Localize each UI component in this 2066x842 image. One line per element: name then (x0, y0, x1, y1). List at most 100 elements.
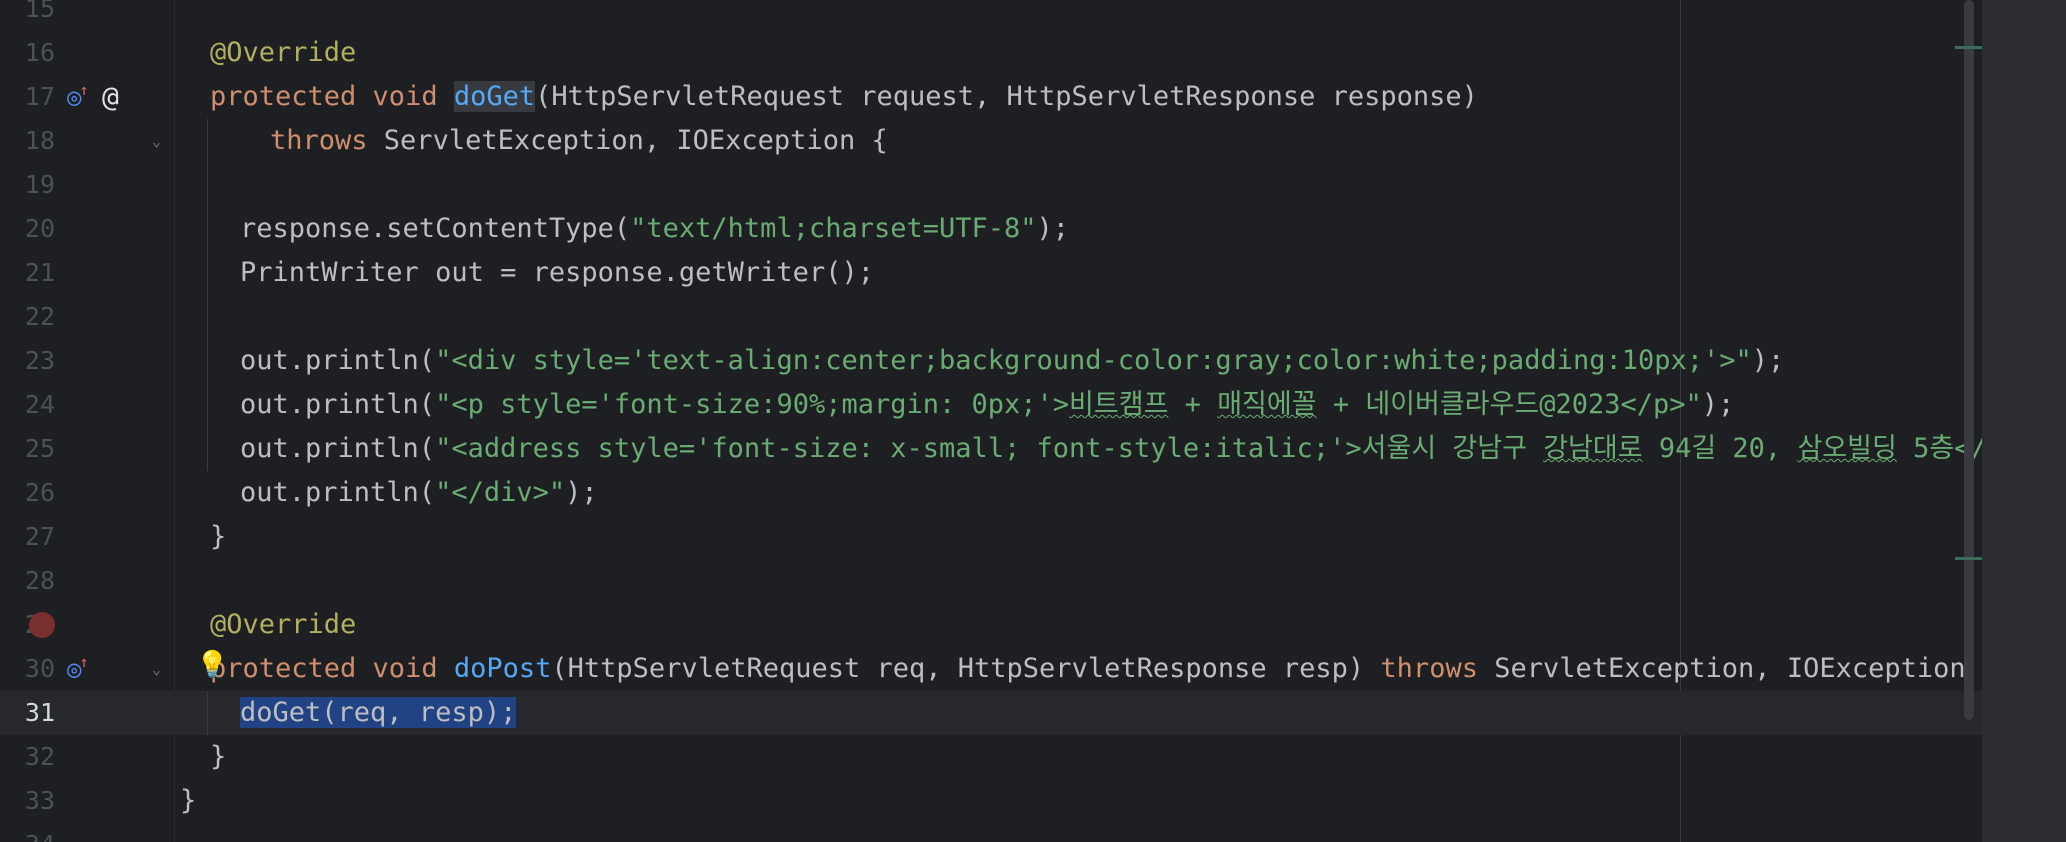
code-token: out.println( (240, 389, 436, 420)
code-line[interactable]: 21 PrintWriter out = response.getWriter()… (0, 251, 1982, 295)
line-number[interactable]: 16 (0, 31, 55, 75)
code-text[interactable]: out.println("<p style='font-size:90%;mar… (240, 383, 1734, 427)
code-token: "</div>" (435, 477, 566, 508)
change-marker[interactable] (1955, 46, 1982, 49)
line-number[interactable]: 17 (0, 75, 55, 119)
line-number[interactable]: 21 (0, 251, 55, 295)
code-line[interactable]: 30 protected void doPost(HttpServletReque… (0, 647, 1982, 691)
code-text[interactable]: doGet(req, resp); (240, 691, 517, 735)
code-line[interactable]: 18 throws ServletException, IOException { (0, 119, 1982, 163)
code-text[interactable]: @Override (210, 31, 356, 75)
vertical-scrollbar[interactable] (1964, 0, 1974, 720)
code-text[interactable]: out.println("<div style='text-align:cent… (240, 339, 1784, 383)
line-number[interactable]: 28 (0, 559, 55, 603)
code-token: ); (1036, 213, 1070, 244)
indent-guide (207, 119, 208, 471)
code-line[interactable]: 26 out.println("</div>"); (0, 471, 1982, 515)
code-line[interactable]: 15 (0, 0, 1982, 31)
line-number[interactable]: 31 (0, 691, 55, 735)
code-token: protected void (210, 81, 454, 112)
code-line[interactable]: 33} (0, 779, 1982, 823)
code-token: (HttpServletRequest request, HttpServlet… (535, 81, 1478, 112)
code-text[interactable]: protected void doPost(HttpServletRequest… (210, 647, 1982, 691)
override-up-arrow-icon[interactable]: ◎↑ (67, 75, 90, 122)
code-token: out.println( (240, 345, 436, 376)
code-text[interactable]: out.println("<address style='font-size: … (240, 427, 1982, 471)
line-number[interactable]: 30 (0, 647, 55, 691)
line-number[interactable]: 24 (0, 383, 55, 427)
line-number[interactable]: 32 (0, 735, 55, 779)
code-text[interactable]: } (210, 735, 226, 779)
code-token: 삼오빌딩 (1797, 433, 1897, 464)
indent-guide (207, 691, 208, 735)
code-line[interactable]: 19 (0, 163, 1982, 207)
override-up-arrow-icon[interactable]: ◎↑ (67, 647, 90, 694)
code-token: } (210, 521, 227, 552)
code-token: 비트캠프 (1069, 389, 1169, 420)
code-text[interactable]: @Override (210, 603, 356, 647)
code-token: "<div style='text-align:center;backgroun… (435, 345, 1752, 376)
code-token: protected void (210, 653, 454, 684)
line-number[interactable]: 18 (0, 119, 55, 163)
code-line[interactable]: 34 (0, 823, 1982, 842)
code-token: "text/html;charset=UTF-8" (630, 213, 1037, 244)
code-line[interactable]: 28 (0, 559, 1982, 603)
code-editor[interactable]: 15 16 @Override 17 protected void doGet(Http… (0, 0, 1982, 842)
line-number[interactable]: 26 (0, 471, 55, 515)
chevron-down-icon[interactable]: ⌄ (152, 647, 161, 691)
code-token: out.println( (240, 477, 436, 508)
code-token: doPost (453, 653, 552, 684)
code-line[interactable]: 27} (0, 515, 1982, 559)
breakpoint-icon[interactable] (29, 612, 55, 638)
code-line[interactable]: 22 (0, 295, 1982, 339)
code-token: ); (1701, 389, 1735, 420)
code-token: (HttpServletRequest req, HttpServletResp… (551, 653, 1381, 684)
code-line[interactable]: 24 out.println("<p style='font-size:90%;m… (0, 383, 1982, 427)
line-number[interactable]: 33 (0, 779, 55, 823)
code-line[interactable]: 31 doGet(req, resp); (0, 691, 1982, 735)
code-token: + (1168, 389, 1218, 420)
at-sign-icon[interactable]: @ (102, 75, 119, 119)
code-line[interactable]: 17 protected void doGet(HttpServletReques… (0, 75, 1982, 119)
code-token: @Override (210, 37, 357, 68)
code-line[interactable]: 29@Override (0, 603, 1982, 647)
code-text[interactable]: } (180, 779, 196, 823)
code-line[interactable]: 20 response.setContentType("text/html;cha… (0, 207, 1982, 251)
code-token: } (210, 741, 227, 772)
line-number[interactable]: 27 (0, 515, 55, 559)
code-text[interactable]: throws ServletException, IOException { (270, 119, 888, 163)
line-number[interactable]: 19 (0, 163, 55, 207)
line-number[interactable]: 23 (0, 339, 55, 383)
right-tool-strip (1982, 0, 2066, 842)
code-token: out.println( (240, 433, 436, 464)
code-line[interactable]: 16 @Override (0, 31, 1982, 75)
code-token: doGet(req, resp); (240, 697, 517, 728)
code-token: ); (1751, 345, 1785, 376)
code-text[interactable]: } (210, 515, 226, 559)
code-text[interactable]: response.setContentType("text/html;chars… (240, 207, 1069, 251)
code-token: PrintWriter out = response.getWriter(); (240, 257, 874, 288)
code-line[interactable]: 25 out.println("<address style='font-size… (0, 427, 1982, 471)
line-number[interactable]: 34 (0, 823, 55, 842)
lightbulb-icon[interactable]: 💡 (196, 643, 228, 687)
code-token: ServletException, IOException { (383, 125, 888, 156)
code-text[interactable]: protected void doGet(HttpServletRequest … (210, 75, 1478, 119)
line-number[interactable]: 22 (0, 295, 55, 339)
code-token: throws (1380, 653, 1495, 684)
code-token: + 네이버클라우드@2023</p>" (1316, 389, 1702, 420)
line-number[interactable]: 15 (0, 0, 55, 31)
code-token: 강남대로 (1543, 433, 1643, 464)
code-token: throws (270, 125, 384, 156)
code-token: 94길 20, (1642, 433, 1798, 464)
code-token: "<p style='font-size:90%;margin: 0px;'> (435, 389, 1070, 420)
code-text[interactable]: out.println("</div>"); (240, 471, 598, 515)
line-number[interactable]: 25 (0, 427, 55, 471)
code-text[interactable]: PrintWriter out = response.getWriter(); (240, 251, 874, 295)
code-line[interactable]: 23 out.println("<div style='text-align:ce… (0, 339, 1982, 383)
chevron-down-icon[interactable]: ⌄ (152, 119, 161, 163)
line-number[interactable]: 20 (0, 207, 55, 251)
change-marker[interactable] (1955, 557, 1982, 560)
code-token: } (180, 785, 197, 816)
code-line[interactable]: 32} (0, 735, 1982, 779)
code-token: doGet (453, 81, 536, 112)
